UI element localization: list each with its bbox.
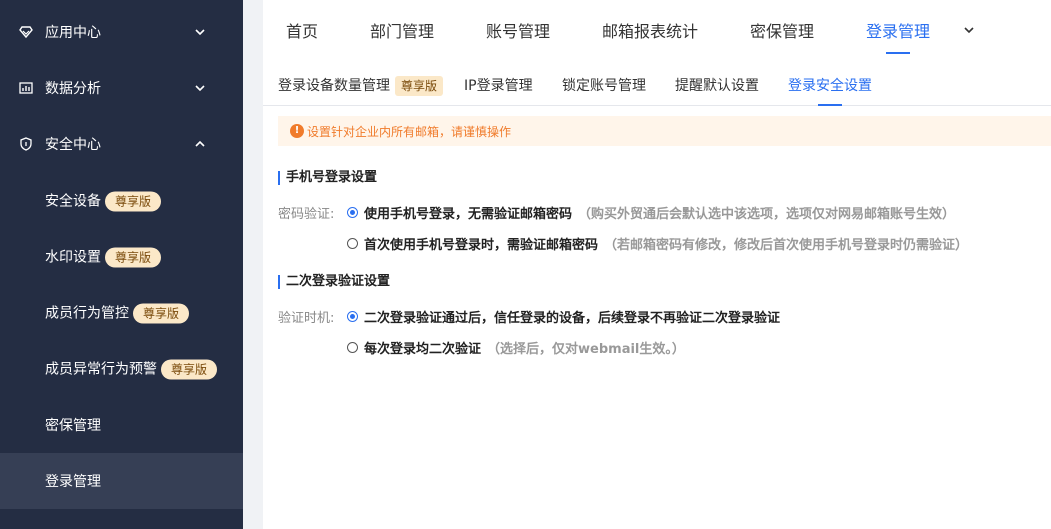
- sub-nav: 登录设备数量管理 尊享版 IP登录管理 锁定账号管理 提醒默认设置 登录安全设置: [263, 58, 1051, 106]
- sidebar-item-label-wrap: 成员行为管控 尊享版: [45, 303, 190, 324]
- sidebar-item-security-device[interactable]: 安全设备 尊享版: [0, 173, 243, 229]
- sidebar-item-label: 登录管理: [45, 474, 101, 490]
- radio-hint: （选择后，仅对webmail生效。）: [487, 342, 685, 357]
- subtab-ip-login[interactable]: IP登录管理: [464, 75, 533, 95]
- section-title-phone-login: 手机号登录设置: [278, 171, 377, 185]
- radio-option-no-password[interactable]: 使用手机号登录，无需验证邮箱密码 （购买外贸通后会默认选中该选项，选项仅对网易邮…: [347, 203, 955, 222]
- premium-badge: 尊享版: [105, 191, 162, 212]
- premium-badge: 尊享版: [395, 76, 444, 96]
- section-title-second-verify: 二次登录验证设置: [278, 275, 390, 289]
- sidebar-item-login-management[interactable]: 登录管理: [0, 453, 243, 509]
- radio-option-first-login-password[interactable]: 首次使用手机号登录时，需验证邮箱密码 （若邮箱密码有修改，修改后首次使用手机号登…: [347, 234, 968, 253]
- shield-icon: [20, 137, 32, 151]
- field-label-verify-timing: 验证时机:: [278, 311, 335, 326]
- sidebar-item-anomaly-alert[interactable]: 成员异常行为预警 尊享版: [0, 341, 243, 397]
- sidebar-item-label: 水印设置: [45, 249, 101, 266]
- radio-button[interactable]: [347, 207, 358, 218]
- radio-button[interactable]: [347, 342, 358, 353]
- sidebar-item-label: 密保管理: [45, 418, 101, 434]
- sidebar-item-label: 安全设备: [45, 193, 101, 210]
- sidebar-group-app-center[interactable]: 应用中心: [0, 4, 243, 60]
- tab-home[interactable]: 首页: [286, 18, 318, 42]
- warning-notice: ! 设置针对企业内所有邮箱，请谨慎操作: [278, 116, 1051, 146]
- sidebar-item-security-question[interactable]: 密保管理: [0, 397, 243, 453]
- radio-label: 使用手机号登录，无需验证邮箱密码: [364, 207, 573, 222]
- premium-badge: 尊享版: [161, 359, 218, 380]
- radio-button[interactable]: [347, 238, 358, 249]
- radio-label: 每次登录均二次验证: [364, 342, 482, 357]
- notice-text: 设置针对企业内所有邮箱，请谨慎操作: [307, 124, 512, 139]
- radio-option-trust-device[interactable]: 二次登录验证通过后，信任登录的设备，后续登录不再验证二次登录验证: [347, 307, 780, 326]
- sidebar-item-label-wrap: 水印设置 尊享版: [45, 247, 162, 268]
- radio-hint: （购买外贸通后会默认选中该选项，选项仅对网易邮箱账号生效）: [578, 207, 956, 222]
- warning-icon: !: [290, 124, 304, 138]
- tab-mail-report[interactable]: 邮箱报表统计: [602, 18, 698, 42]
- chevron-down-icon: [195, 85, 205, 92]
- radio-label: 首次使用手机号登录时，需验证邮箱密码: [364, 238, 599, 253]
- tab-security-question[interactable]: 密保管理: [750, 18, 814, 42]
- sidebar-item-label: 成员异常行为预警: [45, 361, 157, 378]
- tab-department[interactable]: 部门管理: [370, 18, 434, 42]
- sidebar-group-security-center[interactable]: 安全中心: [0, 116, 243, 172]
- sidebar-group-label: 数据分析: [45, 81, 101, 97]
- tab-account[interactable]: 账号管理: [486, 18, 550, 42]
- subtab-reminder-defaults[interactable]: 提醒默认设置: [675, 75, 759, 95]
- sidebar-item-member-behavior[interactable]: 成员行为管控 尊享版: [0, 285, 243, 341]
- radio-hint: （若邮箱密码有修改，修改后首次使用手机号登录时仍需验证）: [604, 238, 969, 253]
- sidebar: 应用中心 数据分析 安全中心 安全设备 尊享版 水印设置 尊享版 成员行为管控 尊享版: [0, 0, 243, 529]
- top-nav: 首页 部门管理 账号管理 邮箱报表统计 密保管理 登录管理: [263, 0, 1051, 58]
- chart-icon: [19, 82, 33, 94]
- premium-badge: 尊享版: [133, 303, 190, 324]
- radio-label: 二次登录验证通过后，信任登录的设备，后续登录不再验证二次登录验证: [364, 311, 781, 326]
- chevron-up-icon: [195, 140, 205, 147]
- sidebar-item-label: 成员行为管控: [45, 305, 129, 322]
- sidebar-item-watermark[interactable]: 水印设置 尊享版: [0, 229, 243, 285]
- subtab-device-limit[interactable]: 登录设备数量管理 尊享版: [278, 75, 444, 96]
- main-panel: 首页 部门管理 账号管理 邮箱报表统计 密保管理 登录管理 登录设备数量管理 尊享…: [263, 0, 1051, 529]
- radio-button[interactable]: [347, 311, 358, 322]
- premium-badge: 尊享版: [105, 247, 162, 268]
- sidebar-group-data-analysis[interactable]: 数据分析: [0, 60, 243, 116]
- subtab-login-security[interactable]: 登录安全设置: [788, 75, 872, 95]
- sidebar-group-label: 应用中心: [45, 25, 101, 41]
- field-label-password-verify: 密码验证:: [278, 207, 335, 222]
- sidebar-item-label-wrap: 安全设备 尊享版: [45, 191, 162, 212]
- radio-option-always-verify[interactable]: 每次登录均二次验证 （选择后，仅对webmail生效。）: [347, 338, 685, 357]
- tab-login-management[interactable]: 登录管理: [866, 18, 930, 42]
- sidebar-group-label: 安全中心: [45, 137, 101, 153]
- subtab-locked-accounts[interactable]: 锁定账号管理: [562, 75, 646, 95]
- chevron-down-icon[interactable]: [963, 25, 975, 35]
- subtab-label: 登录设备数量管理: [278, 78, 390, 94]
- chevron-down-icon: [195, 29, 205, 36]
- diamond-icon: [19, 26, 33, 39]
- sidebar-item-label-wrap: 成员异常行为预警 尊享版: [45, 359, 218, 380]
